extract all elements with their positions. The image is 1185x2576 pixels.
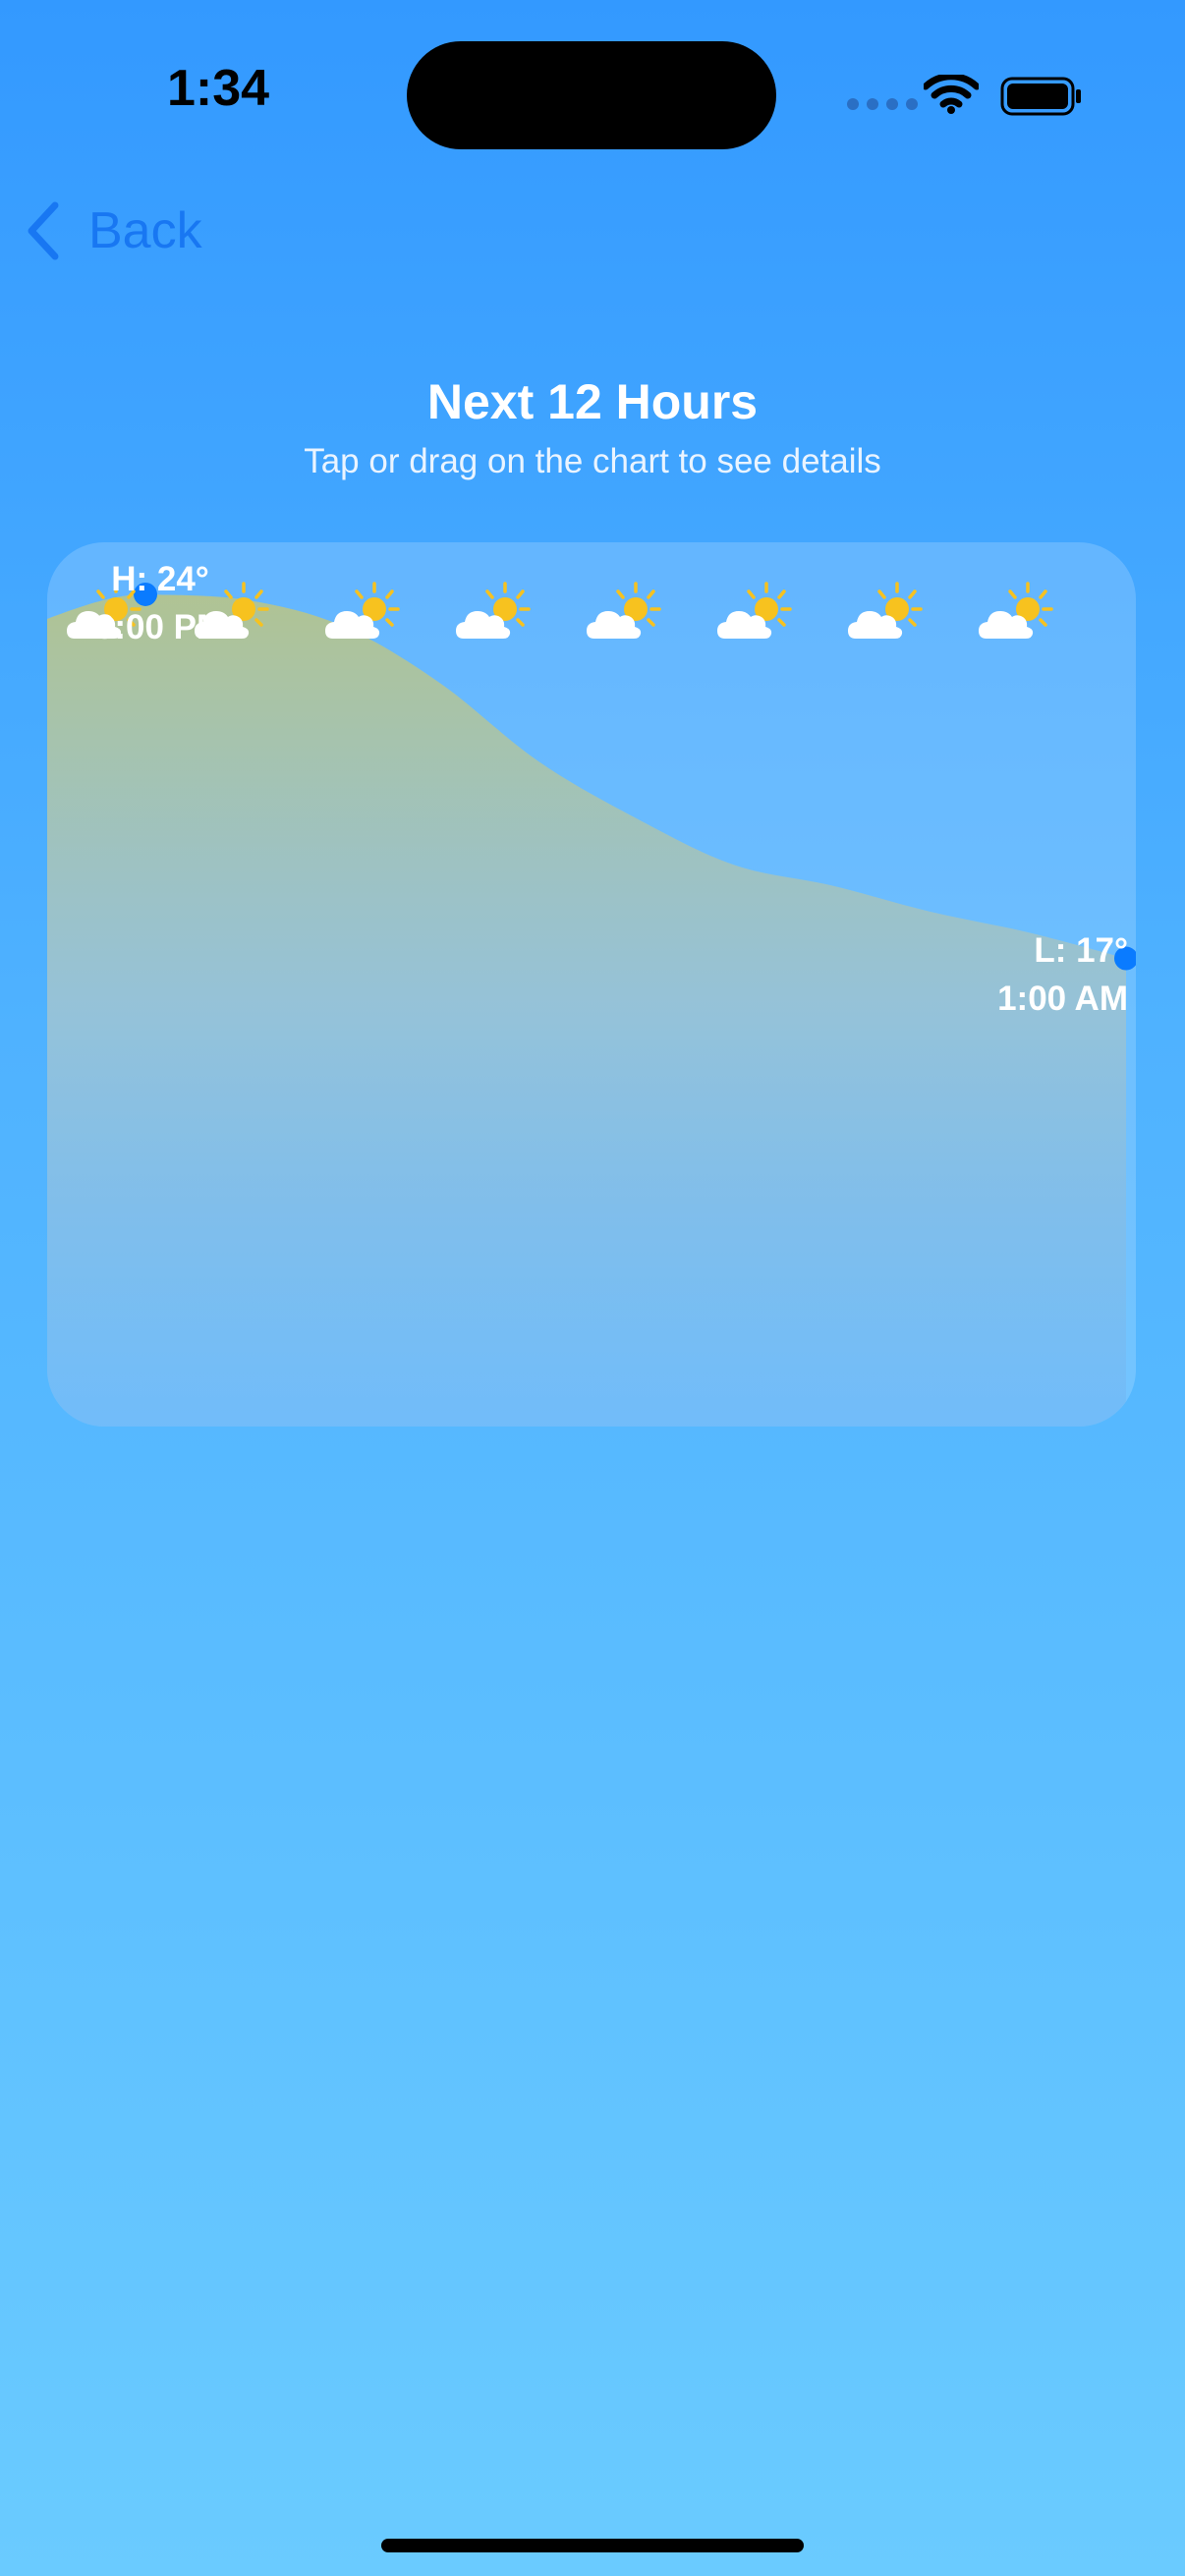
dynamic-island — [407, 41, 776, 149]
home-indicator — [381, 2539, 804, 2552]
low-label: L: 17° — [1034, 931, 1128, 970]
cellular-signal-icon — [847, 98, 918, 110]
low-time: 1:00 AM — [997, 980, 1128, 1018]
chevron-left-icon — [28, 201, 59, 260]
hourly-chart-card[interactable]: H: 24° 3:00 PM L: 17° 1:00 AM — [47, 542, 1136, 1427]
back-label: Back — [88, 202, 202, 259]
page-subtitle: Tap or drag on the chart to see details — [304, 442, 881, 480]
battery-icon — [1000, 77, 1081, 116]
partly-sunny-icon — [585, 580, 663, 648]
partly-sunny-icon — [454, 580, 533, 648]
partly-sunny-icon — [323, 580, 402, 648]
partly-sunny-icon — [846, 580, 925, 648]
page-title: Next 12 Hours — [426, 374, 759, 429]
partly-sunny-icon — [977, 580, 1055, 648]
high-label: H: 24° — [111, 560, 209, 598]
wifi-icon — [924, 75, 979, 114]
back-button[interactable]: Back — [24, 196, 202, 265]
partly-sunny-icon — [715, 580, 794, 648]
status-time: 1:34 — [167, 60, 270, 117]
high-time: 3:00 PM — [94, 608, 226, 646]
